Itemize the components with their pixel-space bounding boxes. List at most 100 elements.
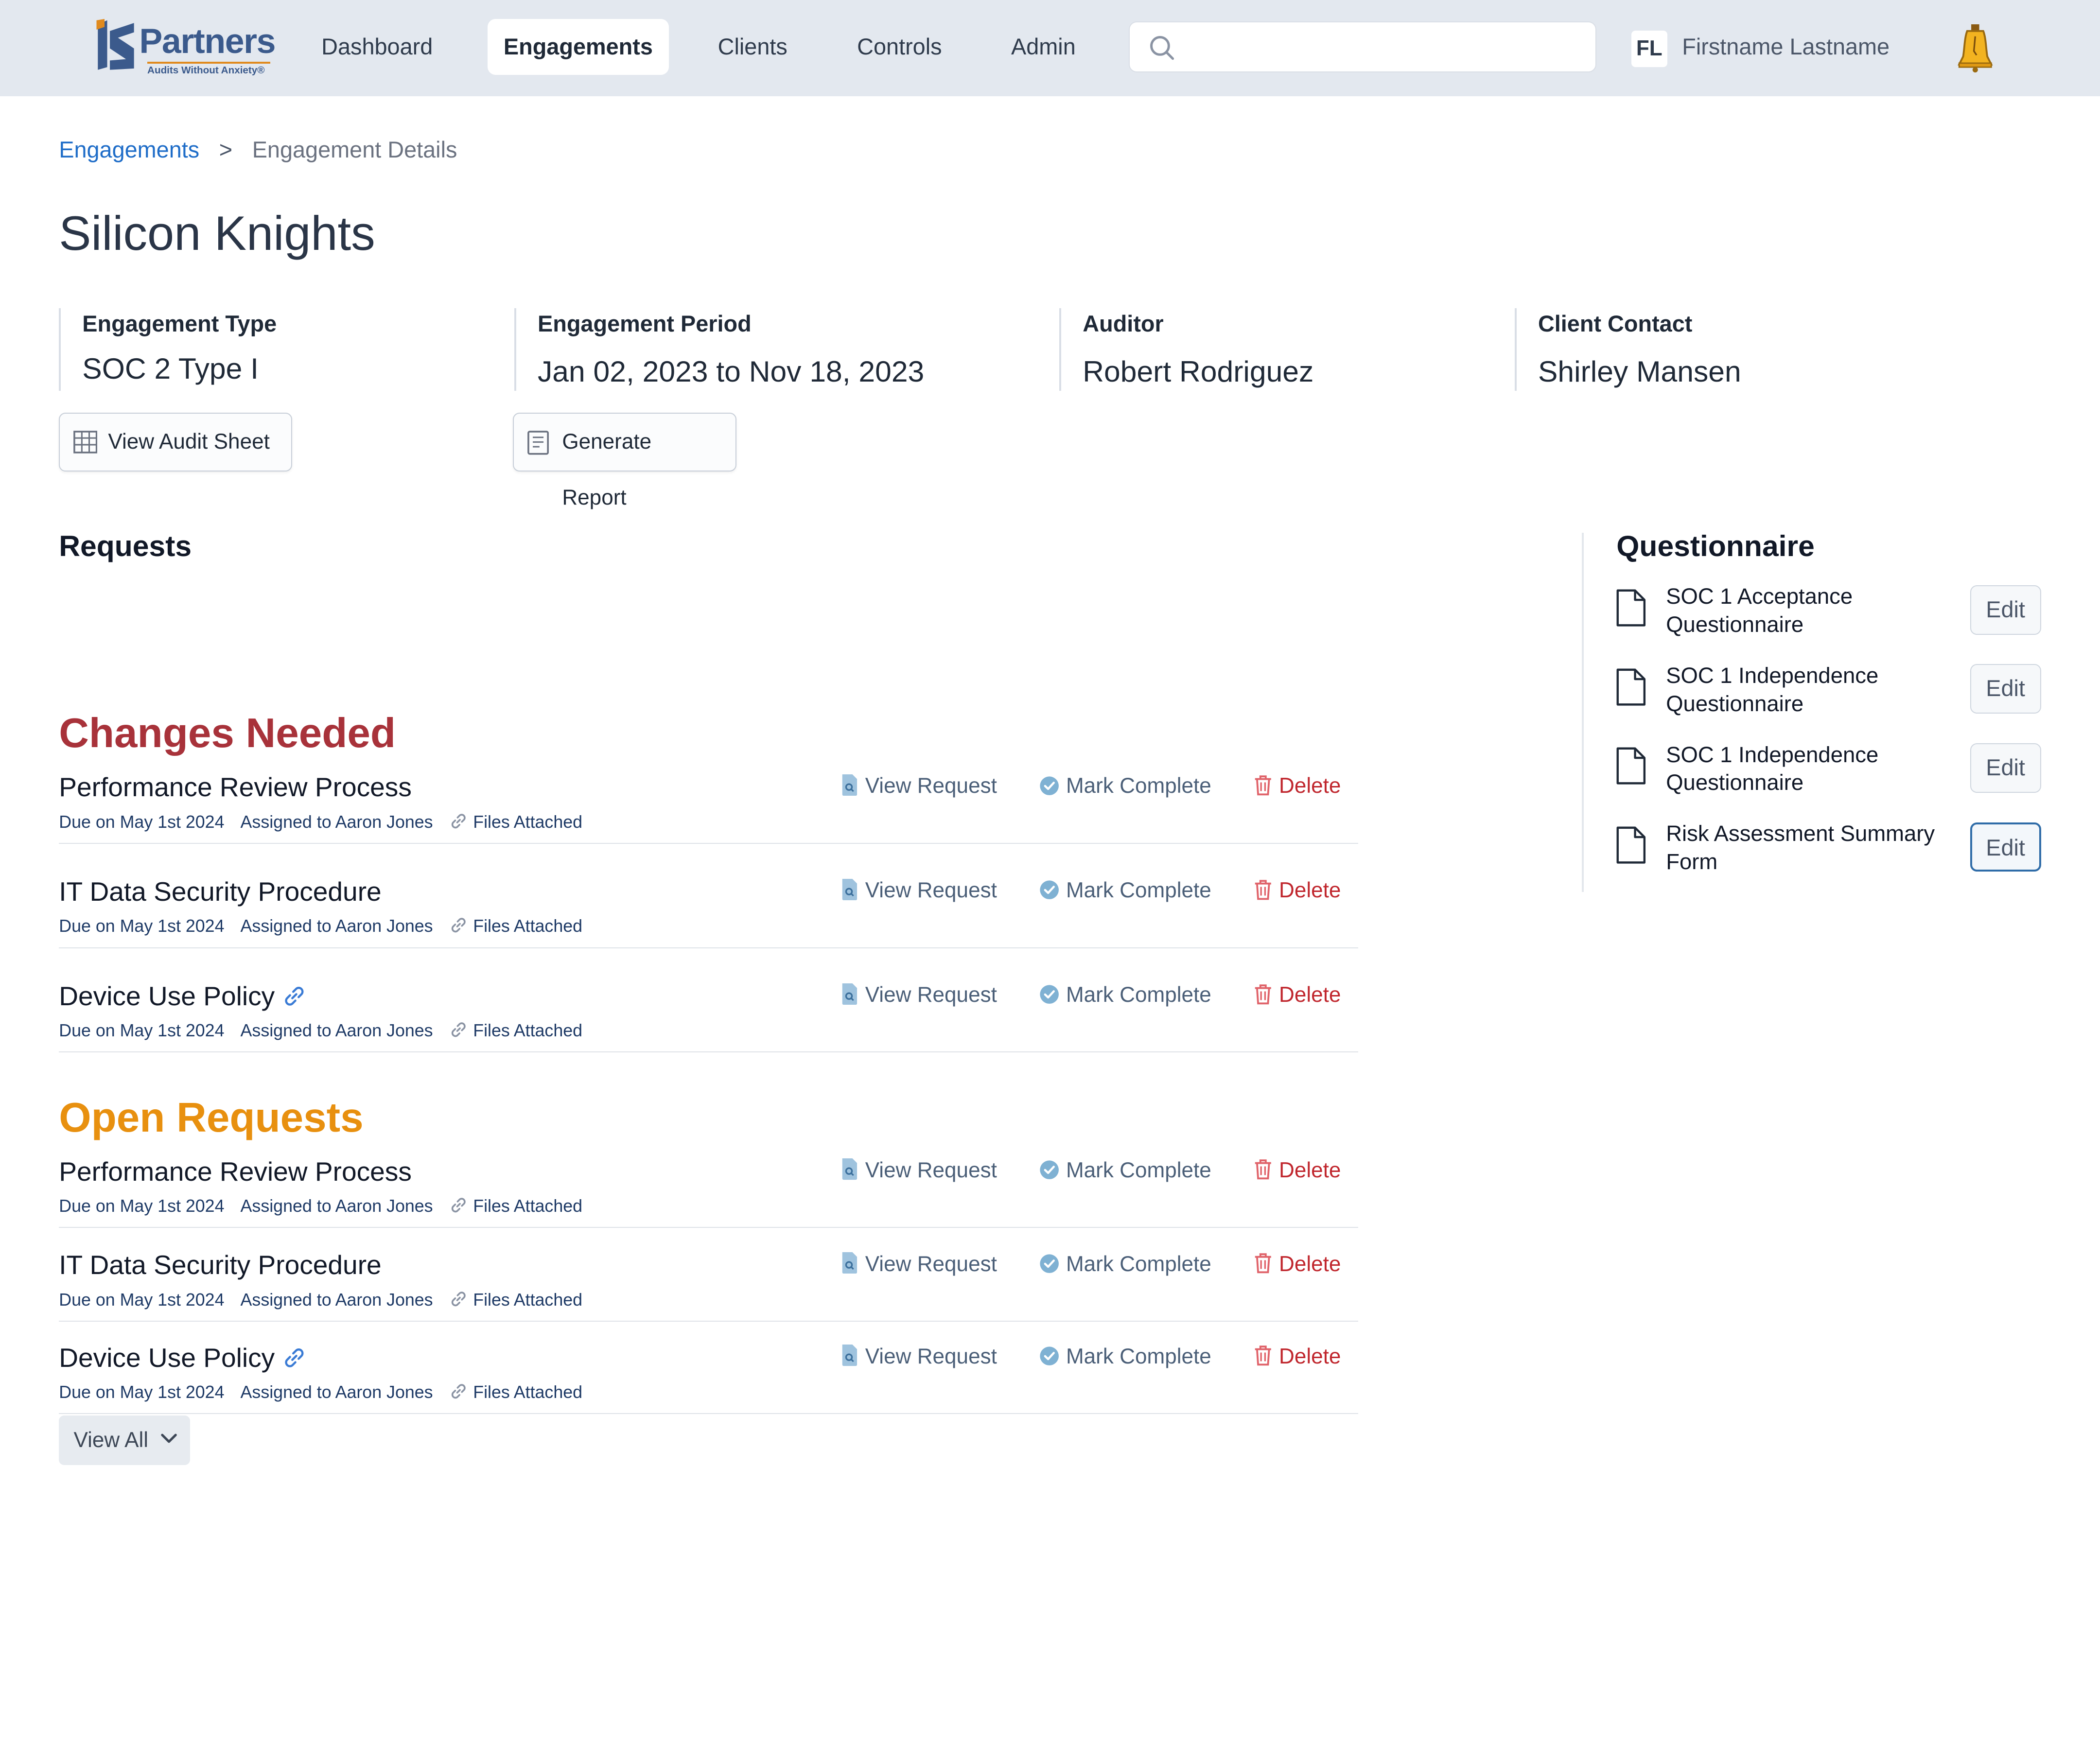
check-circle-icon — [1040, 1254, 1059, 1274]
generate-report-button[interactable]: Generate Report — [513, 412, 737, 509]
engagement-period-value: Jan 02, 2023 to Nov 18, 2023 — [537, 354, 925, 388]
view-request-button[interactable]: View Request — [841, 983, 997, 1007]
questionnaire-item-label[interactable]: SOC 1 Independence Questionnaire — [1666, 741, 1947, 797]
document-icon — [527, 431, 549, 455]
link-icon[interactable] — [283, 1346, 306, 1369]
logo-mark-icon — [96, 18, 134, 70]
mark-complete-label: Mark Complete — [1066, 1345, 1211, 1368]
request-files[interactable]: Files Attached — [473, 1382, 582, 1402]
delete-label: Delete — [1279, 1345, 1341, 1368]
view-all-button[interactable]: View All — [59, 1415, 191, 1465]
request-assignee: Assigned to Aaron Jones — [240, 1382, 433, 1402]
mark-complete-button[interactable]: Mark Complete — [1039, 1252, 1211, 1276]
user-name[interactable]: Firstname Lastname — [1682, 34, 1890, 60]
nav-engagements[interactable]: Engagements — [487, 18, 669, 75]
user-avatar[interactable]: FL — [1631, 31, 1667, 67]
request-files[interactable]: Files Attached — [473, 1196, 582, 1216]
request-meta: Due on May 1st 2024 Assigned to Aaron Jon… — [59, 1196, 598, 1216]
request-row: IT Data Security Procedure Due on May 1st… — [59, 876, 1358, 948]
request-title[interactable]: Device Use Policy — [59, 1342, 305, 1373]
engagement-type-value: SOC 2 Type I — [82, 352, 259, 385]
mark-complete-label: Mark Complete — [1066, 983, 1211, 1007]
partners-logo[interactable]: Partners Audits Without Anxiety® — [94, 17, 281, 79]
request-title[interactable]: IT Data Security Procedure — [59, 1249, 381, 1280]
request-files[interactable]: Files Attached — [473, 916, 582, 936]
request-title[interactable]: Performance Review Process — [59, 1156, 412, 1187]
questionnaire-item-label[interactable]: SOC 1 Acceptance Questionnaire — [1666, 582, 1947, 639]
changes-needed-heading: Changes Needed — [59, 710, 396, 757]
request-files[interactable]: Files Attached — [473, 1290, 582, 1310]
nav-dashboard[interactable]: Dashboard — [305, 19, 449, 75]
link-icon[interactable] — [283, 985, 306, 1008]
view-request-button[interactable]: View Request — [841, 1345, 997, 1369]
request-title[interactable]: IT Data Security Procedure — [59, 876, 381, 907]
generate-report-label: Generate Report — [562, 429, 652, 510]
view-request-button[interactable]: View Request — [841, 774, 997, 798]
mark-complete-button[interactable]: Mark Complete — [1039, 774, 1211, 798]
paperclip-link-icon — [451, 1384, 466, 1399]
check-circle-icon — [1040, 1160, 1059, 1180]
check-circle-icon — [1040, 776, 1059, 795]
request-row: Device Use Policy Due on May 1st 2024 Assi… — [59, 980, 1358, 1053]
mark-complete-button[interactable]: Mark Complete — [1039, 1345, 1211, 1369]
request-due-date: Due on May 1st 2024 — [59, 812, 225, 832]
search-box[interactable] — [1129, 21, 1596, 72]
nav-admin[interactable]: Admin — [995, 19, 1092, 75]
edit-questionnaire-button[interactable]: Edit — [1970, 743, 2041, 793]
check-circle-icon — [1040, 1346, 1059, 1366]
questionnaire-divider — [1581, 533, 1584, 892]
request-title[interactable]: Performance Review Process — [59, 771, 412, 803]
delete-button[interactable]: Delete — [1254, 774, 1341, 798]
questionnaire-item: SOC 1 Independence Questionnaire Edit — [1616, 663, 2042, 716]
request-title[interactable]: Device Use Policy — [59, 980, 305, 1012]
request-due-date: Due on May 1st 2024 — [59, 1196, 225, 1216]
paperclip-link-icon — [451, 813, 466, 828]
request-files[interactable]: Files Attached — [473, 812, 582, 832]
delete-button[interactable]: Delete — [1254, 1158, 1341, 1183]
paperclip-link-icon — [451, 1198, 466, 1213]
view-request-button[interactable]: View Request — [841, 1158, 997, 1183]
search-icon — [1150, 35, 1174, 60]
request-due-date: Due on May 1st 2024 — [59, 1290, 225, 1310]
request-meta: Due on May 1st 2024 Assigned to Aaron Jon… — [59, 1020, 598, 1041]
delete-button[interactable]: Delete — [1254, 1345, 1341, 1369]
view-audit-sheet-button[interactable]: View Audit Sheet — [59, 412, 292, 472]
questionnaire-item-label[interactable]: SOC 1 Independence Questionnaire — [1666, 662, 1947, 718]
engagement-type-block: Engagement Type SOC 2 Type I — [59, 308, 277, 391]
request-meta: Due on May 1st 2024 Assigned to Aaron Jon… — [59, 916, 598, 936]
search-input[interactable] — [1189, 30, 1577, 66]
logo-wordmark: Partners — [139, 22, 276, 61]
request-row: Performance Review Process Due on May 1st… — [59, 1156, 1358, 1228]
app-root: Partners Audits Without Anxiety® Dashboa… — [0, 0, 2100, 1747]
request-assignee: Assigned to Aaron Jones — [240, 1196, 433, 1216]
view-request-button[interactable]: View Request — [841, 878, 997, 903]
check-circle-icon — [1040, 985, 1059, 1004]
delete-button[interactable]: Delete — [1254, 983, 1341, 1007]
delete-button[interactable]: Delete — [1254, 1252, 1341, 1276]
mark-complete-button[interactable]: Mark Complete — [1039, 983, 1211, 1007]
top-nav-bar: Partners Audits Without Anxiety® Dashboa… — [0, 0, 2100, 97]
questionnaire-item-label[interactable]: Risk Assessment Summary Form — [1666, 820, 1947, 876]
questionnaire-item: SOC 1 Acceptance Questionnaire Edit — [1616, 584, 2042, 637]
nav-clients[interactable]: Clients — [702, 19, 804, 75]
auditor-label: Auditor — [1083, 311, 1164, 337]
edit-questionnaire-button[interactable]: Edit — [1970, 822, 2041, 872]
view-request-label: View Request — [865, 1345, 997, 1368]
document-outline-icon — [1616, 747, 1646, 785]
delete-label: Delete — [1279, 1252, 1341, 1276]
delete-button[interactable]: Delete — [1254, 878, 1341, 903]
delete-label: Delete — [1279, 1158, 1341, 1183]
liberty-bell-icon[interactable] — [1955, 24, 1995, 72]
request-files[interactable]: Files Attached — [473, 1021, 582, 1040]
edit-questionnaire-button[interactable]: Edit — [1970, 664, 2041, 714]
delete-label: Delete — [1279, 983, 1341, 1007]
trash-icon — [1255, 1159, 1271, 1180]
nav-controls[interactable]: Controls — [841, 19, 958, 75]
breadcrumb-engagements-link[interactable]: Engagements — [59, 137, 199, 162]
view-request-button[interactable]: View Request — [841, 1252, 997, 1276]
request-assignee: Assigned to Aaron Jones — [240, 812, 433, 832]
mark-complete-button[interactable]: Mark Complete — [1039, 1158, 1211, 1183]
edit-questionnaire-button[interactable]: Edit — [1970, 585, 2041, 635]
mark-complete-button[interactable]: Mark Complete — [1039, 878, 1211, 903]
mark-complete-label: Mark Complete — [1066, 1158, 1211, 1183]
